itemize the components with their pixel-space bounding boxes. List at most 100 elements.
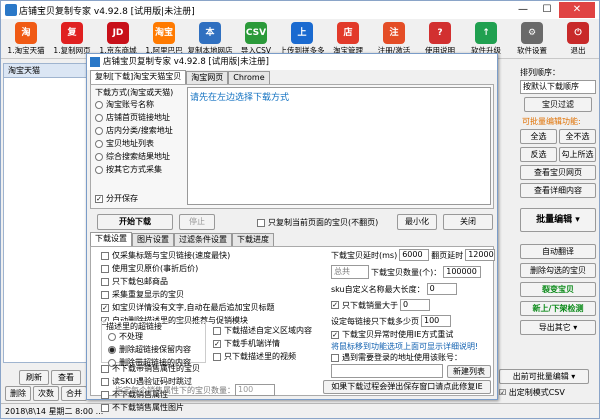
imgopts-item[interactable]: ✓ 下载手机端详情 — [213, 338, 312, 349]
sales-checkbox[interactable]: ✓ 只下载销量大于 — [331, 300, 398, 311]
invert-button[interactable]: 反选 — [520, 147, 557, 162]
export-other-button[interactable]: 导出其它 ▾ — [520, 320, 596, 335]
opts-item[interactable]: 仅采集标题与宝贝链接(速度最快) — [101, 250, 331, 261]
tab-filter-settings[interactable]: 过滤条件设置 — [174, 233, 232, 246]
settings-tabs — [90, 219, 494, 233]
sort-select[interactable]: 按默认下载顺序 — [520, 80, 596, 94]
methods-label: 店内分类/搜索地址 — [106, 126, 173, 135]
fix-ie-button[interactable]: 如果下载过程会弹出保存窗口请点此修复IE — [323, 380, 491, 394]
linkopts-item[interactable]: 删除超链接保留内容 — [108, 344, 191, 355]
tab-chrome[interactable]: Chrome — [228, 71, 270, 84]
opts-item[interactable]: 只下载包邮商品 — [101, 276, 331, 287]
maximize-button[interactable]: ☐ — [535, 2, 559, 18]
copy-button[interactable]: 次数 — [33, 386, 59, 401]
opts-item[interactable]: 使用宝贝原价(事折后价) — [101, 263, 331, 274]
view-page-button[interactable]: 查看宝贝网页 — [520, 165, 596, 180]
account-select[interactable] — [331, 364, 443, 378]
tab-image-settings[interactable]: 图片设置 — [132, 233, 174, 246]
checkbox-icon — [101, 277, 109, 286]
page-delay-input[interactable]: 12000 — [465, 249, 496, 261]
sales-check-icon: ✓ — [331, 301, 339, 309]
checkbox-icon — [101, 251, 109, 260]
methods-item[interactable]: 宝贝地址列表 — [95, 138, 185, 149]
toolbar-icon: ↑ — [475, 22, 497, 44]
url-textarea[interactable]: 请先在左边选择下载方式 — [187, 87, 491, 205]
methods-label: 按其它方式采集 — [106, 165, 162, 174]
select-all-button[interactable]: 全选 — [520, 129, 557, 144]
tab-copy-taobao[interactable]: 复制[下载]淘宝天猫宝贝 — [90, 70, 187, 84]
delete-button[interactable]: 删除 — [5, 386, 31, 401]
delete-checked-button[interactable]: 删除勾选的宝贝 — [520, 263, 596, 278]
methods-item[interactable]: 店铺首页链接地址 — [95, 112, 185, 123]
max-page-input[interactable]: 100 — [421, 315, 451, 327]
total-select[interactable]: 总共 — [331, 265, 369, 279]
sales-input[interactable]: 0 — [400, 299, 430, 311]
merge-button[interactable]: 合并 — [61, 386, 87, 401]
toolbar-icon: 淘 — [15, 22, 37, 44]
checkbox-icon — [101, 390, 109, 399]
batch-edit-button[interactable]: 批量编辑 ▾ — [520, 208, 596, 232]
sku-input[interactable]: 0 — [426, 283, 457, 295]
methods-item[interactable]: 综合搜索结果地址 — [95, 151, 185, 162]
opts-item[interactable]: ✓ 如宝贝详情没有文字,自动在最后追加宝贝标题 — [101, 302, 331, 313]
right-panel: 排列顺序： 按默认下载顺序 宝贝过滤 可批量编辑功能: 全选 全不选 反选 勾上… — [518, 63, 598, 403]
tab-taobao-page[interactable]: 淘宝网页 — [186, 71, 229, 84]
radio-icon — [95, 126, 103, 135]
ie-retry-check-icon: ✓ — [331, 330, 339, 339]
imgopts-item[interactable]: 只下载描述里的视频 — [213, 351, 312, 362]
opts2-item[interactable]: 不下载销售属性图片 — [101, 402, 331, 413]
link-group: 描述里的超链接 不处理 删除超链接保留内容 删除带超链接的内容 — [101, 321, 206, 367]
tab-taobao[interactable]: 淘宝天猫 — [4, 64, 86, 78]
toolbar-button-12[interactable]: ⏻ 退出 — [555, 19, 600, 59]
delay-input[interactable]: 6000 — [399, 249, 430, 261]
deselect-all-button[interactable]: 全不选 — [559, 129, 596, 144]
export-csv-option[interactable]: ☑ 出定制模式CSV — [499, 387, 565, 398]
toolbar-button-11[interactable]: ⚙ 软件设置 — [509, 19, 555, 59]
close-button[interactable]: ✕ — [559, 2, 595, 18]
copy-item-button[interactable]: 裂变宝贝 — [520, 282, 596, 297]
opts2-item[interactable]: 不下载带销售属性的宝贝 — [101, 363, 331, 374]
imgopts-label: 只下载描述里的视频 — [224, 352, 296, 361]
methods-item[interactable]: 按其它方式采集 — [95, 164, 185, 175]
sku-label: sku自定义名称最大长度： — [331, 284, 425, 294]
specify-count-label: 指定每个销售属性下的宝贝数量： — [115, 385, 235, 395]
refresh-button[interactable]: 刷新 — [19, 370, 49, 385]
view-detail-button[interactable]: 查看详细内容 — [520, 183, 596, 198]
count-input[interactable]: 100000 — [443, 266, 482, 278]
radio-icon — [95, 165, 103, 174]
auto-translate-button[interactable]: 自动翻译 — [520, 244, 596, 259]
export-batch-button[interactable]: 出前可批量编辑 ▾ — [499, 369, 589, 384]
captcha-checkbox[interactable]: 遇到需要登录的地址使用该账号： — [331, 352, 462, 363]
toolbar-button-0[interactable]: 淘 1.淘宝天猫 — [3, 19, 49, 59]
methods-item[interactable]: 店内分类/搜索地址 — [95, 125, 185, 136]
count-row: 总共 下载宝贝数量(个)： 100000 — [331, 265, 482, 279]
methods-label: 综合搜索结果地址 — [106, 152, 170, 161]
new-list-button[interactable]: 新建列表 — [447, 364, 491, 378]
prompt-text: 请先在左边选择下载方式 — [190, 93, 290, 103]
content-options: 下载描述自定义区域内容 ✓ 下载手机端详情 只下载描述里的视频 — [213, 325, 312, 364]
opts-item[interactable]: 采集重复显示的宝贝 — [101, 289, 331, 300]
ie-retry-checkbox[interactable]: ✓ 下载宝贝异常时使用IE方式重试 — [331, 329, 453, 340]
checkbox-icon — [101, 364, 109, 373]
toolbar-icon: 淘宝 — [153, 22, 175, 44]
split-save-checkbox[interactable]: ✓ 分开保存 — [95, 193, 138, 204]
imgopts-item[interactable]: 下载描述自定义区域内容 — [213, 325, 312, 336]
methods-item[interactable]: 淘宝账号名称 — [95, 99, 185, 110]
minimize-button[interactable]: — — [511, 2, 535, 18]
specify-count-input[interactable]: 100 — [235, 384, 275, 396]
batch-edit-label: 批量编辑 — [536, 215, 573, 225]
left-panel: 淘宝天猫 — [3, 63, 87, 363]
toolbar-icon: 注 — [383, 22, 405, 44]
opts-label: 仅采集标题与宝贝链接(速度最快) — [112, 251, 231, 260]
view-button[interactable]: 查看 — [51, 370, 81, 385]
checkbox-icon: ✓ — [101, 303, 109, 312]
tab-progress[interactable]: 下载进度 — [232, 233, 274, 246]
checkbox-icon — [101, 403, 109, 412]
select-up-button[interactable]: 勾上所选 — [559, 147, 596, 162]
tab-download-settings[interactable]: 下载设置 — [90, 232, 132, 246]
linkopts-item[interactable]: 不处理 — [108, 331, 191, 342]
imgopts-label: 下载描述自定义区域内容 — [224, 326, 312, 335]
new-listing-button[interactable]: 新上/下架检测 — [520, 301, 596, 316]
opts-label: 使用宝贝原价(事折后价) — [112, 264, 199, 273]
filter-button[interactable]: 宝贝过滤 — [524, 97, 592, 112]
